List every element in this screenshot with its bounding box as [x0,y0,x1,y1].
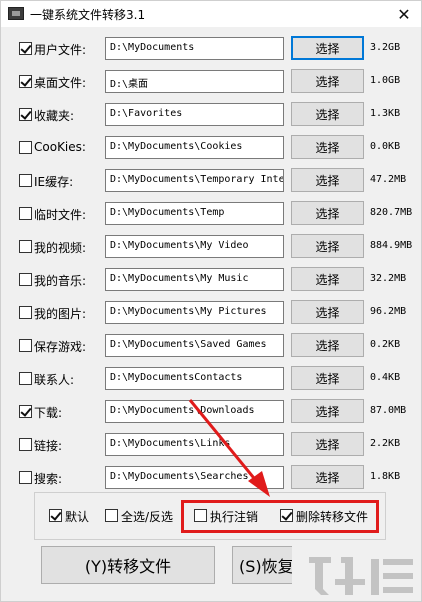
folder-checkbox[interactable] [19,339,32,352]
folder-path-field[interactable]: D:\MyDocuments [105,37,284,60]
folder-checkbox[interactable] [19,207,32,220]
folder-row: 用户文件: D:\MyDocuments 选择 3.2GB [1,36,421,60]
select-folder-button[interactable]: 选择 [291,102,364,126]
select-folder-button[interactable]: 选择 [291,69,364,93]
folder-size: 1.8KB [370,471,401,482]
watermark-logo-icon [309,557,413,595]
select-folder-button[interactable]: 选择 [291,135,364,159]
select-folder-button[interactable]: 选择 [291,267,364,291]
folder-checkbox[interactable] [19,75,32,88]
folder-size: 884.9MB [370,240,413,251]
default-checkbox[interactable] [49,509,62,522]
folder-row: IE缓存: D:\MyDocuments\Temporary Inte 选择 47.2… [1,168,421,192]
folder-label: 链接: [34,439,63,453]
folder-label: 下载: [34,406,63,420]
folder-checkbox[interactable] [19,240,32,253]
select-folder-button[interactable]: 选择 [291,36,364,60]
window-title: 一键系统文件转移3.1 [30,8,146,22]
folder-label: IE缓存: [34,175,74,189]
transfer-button[interactable]: (Y)转移文件 [41,546,215,584]
folder-row: CooKies: D:\MyDocuments\Cookies 选择 0.0KB [1,135,421,159]
folder-label: CooKies: [34,140,86,154]
folder-checkbox[interactable] [19,405,32,418]
select-folder-button[interactable]: 选择 [291,366,364,390]
folder-checkbox[interactable] [19,372,32,385]
folder-label: 保存游戏: [34,340,87,354]
folder-row: 桌面文件: D:\桌面 选择 1.0GB [1,69,421,93]
folder-size: 0.4KB [370,372,401,383]
app-icon [8,7,24,20]
folder-label: 搜索: [34,472,63,486]
folder-path-field[interactable]: D:\MyDocuments\Temp [105,202,284,225]
folder-size: 96.2MB [370,306,407,317]
folder-size: 820.7MB [370,207,413,218]
folder-label: 我的图片: [34,307,87,321]
folder-label: 联系人: [34,373,75,387]
folder-path-field[interactable]: D:\MyDocuments\Cookies [105,136,284,159]
option-default[interactable]: 默认 [49,507,93,525]
folder-checkbox[interactable] [19,42,32,55]
folder-size: 1.0GB [370,75,401,86]
folder-size: 47.2MB [370,174,407,185]
folder-row: 临时文件: D:\MyDocuments\Temp 选择 820.7MB [1,201,421,225]
option-select-all[interactable]: 全选/反选 [105,507,179,525]
folder-size: 1.3KB [370,108,401,119]
highlight-annotation-box [181,500,379,533]
folder-path-field[interactable]: D:\MyDocuments\My Pictures [105,301,284,324]
folder-row: 我的视频: D:\MyDocuments\My Video 选择 884.9MB [1,234,421,258]
folder-label: 桌面文件: [34,76,87,90]
select-folder-button[interactable]: 选择 [291,168,364,192]
folder-path-field[interactable]: D:\MyDocuments\My Video [105,235,284,258]
folder-size: 87.0MB [370,405,407,416]
select-folder-button[interactable]: 选择 [291,465,364,489]
folder-row: 我的图片: D:\MyDocuments\My Pictures 选择 96.2MB [1,300,421,324]
folder-path-field[interactable]: D:\MyDocuments\My Music [105,268,284,291]
folder-path-field[interactable]: D:\MyDocuments\Saved Games [105,334,284,357]
folder-size: 0.0KB [370,141,401,152]
app-window: 一键系统文件转移3.1 ✕ 用户文件: D:\MyDocuments 选择 3.2GB… [0,0,422,602]
select-folder-button[interactable]: 选择 [291,399,364,423]
select-all-label: 全选/反选 [121,510,174,524]
folder-checkbox[interactable] [19,174,32,187]
folder-path-field[interactable]: D:\桌面 [105,70,284,93]
folder-checkbox[interactable] [19,306,32,319]
select-folder-button[interactable]: 选择 [291,201,364,225]
folder-path-field[interactable]: D:\Favorites [105,103,284,126]
folder-checkbox[interactable] [19,438,32,451]
select-folder-button[interactable]: 选择 [291,432,364,456]
folder-size: 0.2KB [370,339,401,350]
select-folder-button[interactable]: 选择 [291,234,364,258]
folder-label: 我的音乐: [34,274,87,288]
folder-row: 我的音乐: D:\MyDocuments\My Music 选择 32.2MB [1,267,421,291]
folder-size: 2.2KB [370,438,401,449]
folder-label: 收藏夹: [34,109,75,123]
folder-checkbox[interactable] [19,471,32,484]
folder-size: 32.2MB [370,273,407,284]
folder-row: 保存游戏: D:\MyDocuments\Saved Games 选择 0.2KB [1,333,421,357]
title-bar: 一键系统文件转移3.1 ✕ [1,1,421,27]
select-all-checkbox[interactable] [105,509,118,522]
folder-label: 临时文件: [34,208,87,222]
folder-checkbox[interactable] [19,273,32,286]
folder-path-field[interactable]: D:\MyDocumentsContacts [105,367,284,390]
folder-size: 3.2GB [370,42,401,53]
default-label: 默认 [65,510,90,524]
folder-checkbox[interactable] [19,108,32,121]
select-folder-button[interactable]: 选择 [291,300,364,324]
folder-label: 用户文件: [34,43,87,57]
close-button[interactable]: ✕ [387,1,421,27]
select-folder-button[interactable]: 选择 [291,333,364,357]
folder-checkbox[interactable] [19,141,32,154]
folder-row: 联系人: D:\MyDocumentsContacts 选择 0.4KB [1,366,421,390]
restore-button[interactable]: (S)恢复 [232,546,292,584]
folder-label: 我的视频: [34,241,87,255]
folder-path-field[interactable]: D:\MyDocuments\Temporary Inte [105,169,284,192]
folder-row: 收藏夹: D:\Favorites 选择 1.3KB [1,102,421,126]
annotation-arrow-icon [188,399,270,497]
